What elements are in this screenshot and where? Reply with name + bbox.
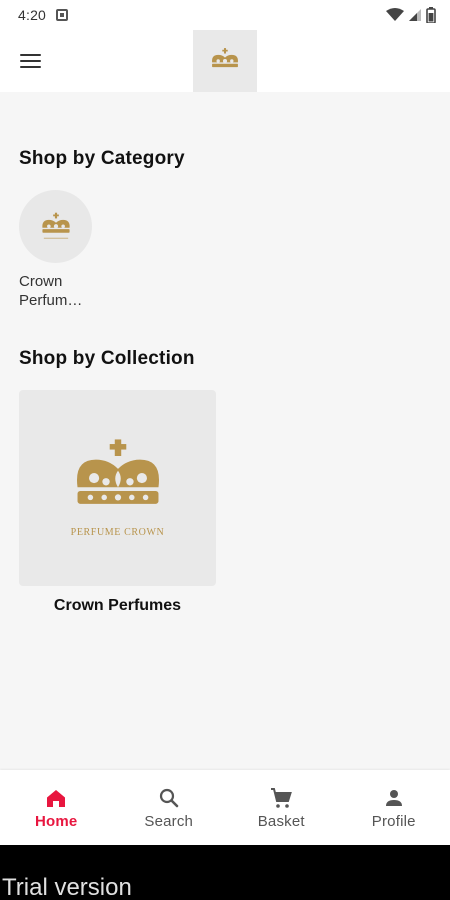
nav-label-home: Home: [35, 813, 78, 830]
app-bar: [0, 30, 450, 92]
search-icon: [159, 788, 179, 808]
menu-button[interactable]: [14, 45, 46, 77]
trial-text: Trial version: [2, 874, 132, 900]
status-bar: 4:20: [0, 0, 450, 30]
collection-image: PERFUME CROWN: [19, 390, 216, 586]
crown-logo-icon: [212, 48, 238, 68]
battery-icon: [426, 7, 436, 23]
category-section-title: Shop by Category: [19, 148, 185, 169]
wifi-icon: [386, 8, 404, 21]
nav-label-profile: Profile: [371, 813, 416, 830]
menu-icon-line: [19, 66, 41, 68]
category-item-crown-perfumes[interactable]: Crown Perfum…: [19, 190, 93, 310]
status-time: 4:20: [18, 7, 47, 23]
category-image: [19, 190, 92, 263]
nav-label-search: Search: [144, 813, 194, 830]
menu-icon-line: [19, 54, 41, 56]
crown-logo-icon: [41, 212, 70, 239]
collection-brand-text: PERFUME CROWN: [70, 526, 165, 538]
status-right: [386, 7, 436, 23]
category-item-label: Crown Perfum…: [19, 273, 83, 309]
person-icon: [385, 790, 402, 806]
nav-item-search[interactable]: Search: [113, 770, 226, 845]
collection-card-crown-perfumes[interactable]: PERFUME CROWN Crown Perfumes: [19, 390, 216, 615]
home-icon: [47, 790, 66, 807]
bottom-nav: Home Search Basket Profile: [0, 770, 450, 845]
signal-icon: [409, 9, 421, 21]
collection-section-title: Shop by Collection: [19, 348, 195, 369]
app-logo: [193, 30, 257, 92]
status-left: 4:20: [18, 7, 69, 23]
menu-icon-line: [19, 60, 41, 62]
notification-icon: [56, 9, 69, 21]
nav-item-basket[interactable]: Basket: [225, 770, 338, 845]
collection-label: Crown Perfumes: [53, 597, 182, 614]
screen: 4:20 Shop by Category Crown Perfum… Shop…: [0, 0, 450, 900]
nav-item-home[interactable]: Home: [0, 770, 113, 845]
crown-icon: [76, 438, 159, 504]
nav-label-basket: Basket: [257, 813, 305, 830]
trial-banner: Trial version: [0, 845, 450, 900]
nav-item-profile[interactable]: Profile: [338, 770, 450, 845]
cart-icon: [271, 788, 293, 808]
